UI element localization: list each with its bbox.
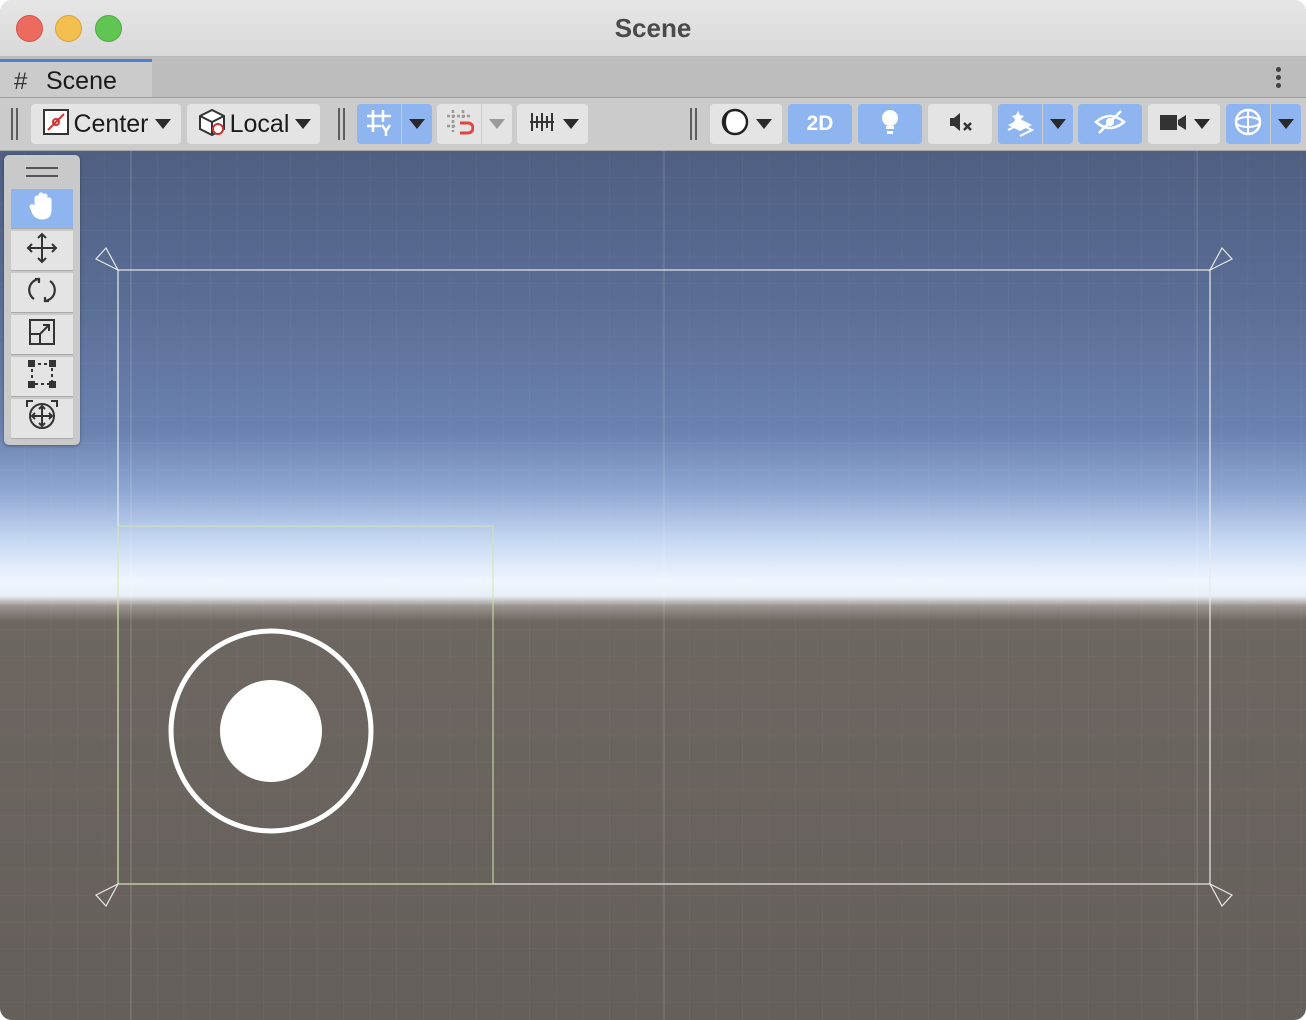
scene-window: Scene # Scene Center Local 2D <box>0 0 1306 1020</box>
pivot-rotation-label: Local <box>229 109 290 138</box>
scene-gizmos-layer <box>0 151 1306 1020</box>
local-cube-icon <box>196 107 228 142</box>
tools-overlay <box>4 155 80 445</box>
rotate-icon <box>25 273 59 312</box>
pivot-center-icon <box>41 107 71 142</box>
toolbar-grip-handle[interactable] <box>690 108 698 140</box>
chevron-down-icon <box>1050 119 1066 129</box>
mode-2d-label: 2D <box>806 112 834 135</box>
chevron-down-icon <box>1194 119 1210 129</box>
chevron-down-icon <box>295 119 312 129</box>
rect-transform-icon <box>25 357 59 396</box>
toolbar-grip-handle[interactable] <box>11 108 19 140</box>
hidden-eye-icon <box>1093 107 1127 142</box>
effects-toggle[interactable] <box>998 104 1042 144</box>
tab-scene-label: Scene <box>46 67 117 95</box>
move-tool-button[interactable] <box>11 231 73 271</box>
transform-tool-button[interactable] <box>11 399 73 439</box>
camera-icon <box>1158 107 1188 142</box>
joystick-knob[interactable] <box>220 680 322 782</box>
scene-lighting-toggle[interactable] <box>858 104 922 144</box>
scene-toolbar: Center Local 2D <box>0 98 1306 151</box>
audio-mute-icon <box>945 107 975 142</box>
pivot-mode-dropdown[interactable]: Center <box>31 104 181 144</box>
tools-drag-handle[interactable] <box>26 167 58 177</box>
chevron-down-icon <box>489 119 505 129</box>
chevron-down-icon <box>1278 119 1294 129</box>
tab-bar: # Scene <box>0 57 1306 98</box>
toolbar-grip-handle[interactable] <box>338 108 346 140</box>
camera-settings-dropdown[interactable] <box>1148 104 1220 144</box>
title-bar: Scene <box>0 0 1306 57</box>
hidden-objects-toggle[interactable] <box>1078 104 1142 144</box>
mode-2d-toggle[interactable]: 2D <box>788 104 852 144</box>
gizmos-dropdown[interactable] <box>1271 104 1301 144</box>
chevron-down-icon <box>409 119 425 129</box>
chevron-down-icon <box>756 119 772 129</box>
view-tool-button[interactable] <box>11 189 73 229</box>
effects-dropdown[interactable] <box>1043 104 1073 144</box>
grid-snapping-toggle[interactable] <box>437 104 481 144</box>
increment-snap-dropdown[interactable] <box>517 104 588 144</box>
rect-tool-button[interactable] <box>11 357 73 397</box>
scale-tool-button[interactable] <box>11 315 73 355</box>
gizmos-toggle[interactable] <box>1226 104 1270 144</box>
shading-mode-dropdown[interactable] <box>710 104 782 144</box>
shading-mode-icon <box>720 107 750 142</box>
grid-hash-icon: # <box>14 68 28 95</box>
gizmos-sphere-icon <box>1233 107 1263 142</box>
grid-visibility-toggle[interactable] <box>357 104 401 144</box>
increment-snap-icon <box>527 107 557 142</box>
window-title: Scene <box>614 13 692 43</box>
pivot-rotation-dropdown[interactable]: Local <box>187 104 320 144</box>
tab-scene[interactable]: # Scene <box>0 59 152 97</box>
audio-toggle[interactable] <box>928 104 992 144</box>
grid-visibility-icon <box>364 107 394 142</box>
grid-snapping-dropdown[interactable] <box>482 104 512 144</box>
pivot-mode-label: Center <box>73 109 149 138</box>
move-arrows-icon <box>25 231 59 270</box>
grid-snap-icon <box>444 107 475 142</box>
rotate-tool-button[interactable] <box>11 273 73 313</box>
transform-icon <box>25 399 59 438</box>
scale-icon <box>26 316 58 353</box>
hand-icon <box>26 190 58 227</box>
lightbulb-icon <box>877 107 903 142</box>
grid-visibility-dropdown[interactable] <box>402 104 432 144</box>
more-options-icon[interactable] <box>1276 67 1282 91</box>
chevron-down-icon <box>562 119 579 129</box>
chevron-down-icon <box>154 119 171 129</box>
effects-layers-icon <box>1005 107 1035 142</box>
scene-viewport[interactable] <box>0 151 1306 1020</box>
scene-grid <box>0 151 1306 1020</box>
